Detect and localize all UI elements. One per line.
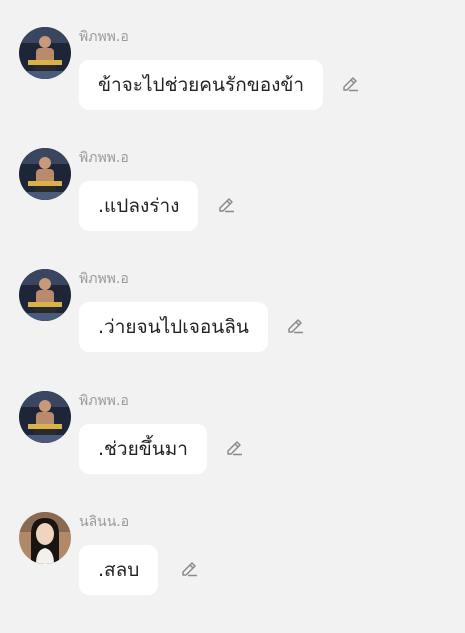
author-name: พิภพพ.อ — [79, 271, 129, 287]
chat-message: นลินน.อ .สลบ — [0, 512, 465, 633]
author-avatar[interactable] — [19, 148, 71, 200]
pencil-icon[interactable] — [215, 193, 237, 215]
chat-message: พิภพพ.อ .ช่วยขึ้นมา — [0, 391, 465, 512]
message-bubble: .ว่ายจนไปเจอนลิน — [79, 302, 268, 352]
message-bubble: ข้าจะไปช่วยคนรักของข้า — [79, 60, 324, 110]
author-name: นลินน.อ — [79, 514, 130, 530]
pencil-icon[interactable] — [339, 72, 361, 94]
message-bubble: .สลบ — [79, 545, 159, 595]
chat-feed: พิภพพ.อ ข้าจะไปช่วยคนรักของข้า พิภพพ.อ . — [0, 0, 465, 610]
chat-message: พิภพพ.อ .แปลงร่าง — [0, 148, 465, 269]
author-avatar[interactable] — [19, 27, 71, 79]
author-name: พิภพพ.อ — [79, 393, 129, 409]
pencil-icon[interactable] — [284, 314, 306, 336]
chat-message: พิภพพ.อ ข้าจะไปช่วยคนรักของข้า — [0, 27, 465, 148]
author-name: พิภพพ.อ — [79, 150, 129, 166]
author-avatar[interactable] — [19, 512, 71, 564]
message-bubble: .ช่วยขึ้นมา — [79, 424, 207, 474]
chat-message: พิภพพ.อ .ว่ายจนไปเจอนลิน — [0, 269, 465, 390]
author-avatar[interactable] — [19, 391, 71, 443]
pencil-icon[interactable] — [178, 557, 200, 579]
message-bubble: .แปลงร่าง — [79, 181, 199, 231]
author-avatar[interactable] — [19, 269, 71, 321]
author-name: พิภพพ.อ — [79, 29, 129, 45]
pencil-icon[interactable] — [223, 436, 245, 458]
